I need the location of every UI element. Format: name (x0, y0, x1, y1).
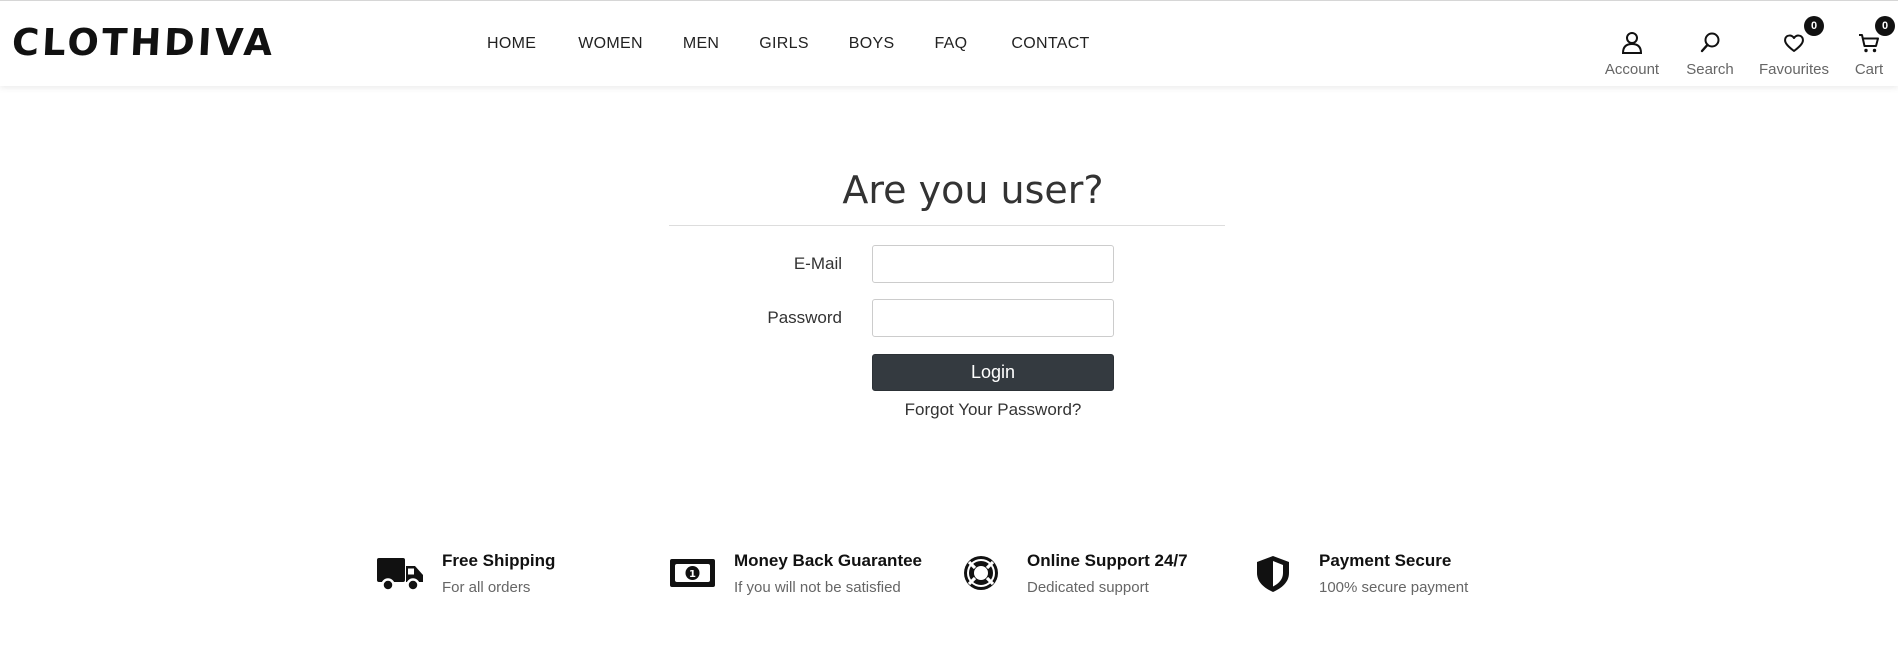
email-field[interactable] (872, 245, 1114, 283)
feature-title: Payment Secure (1319, 551, 1452, 570)
title-divider (669, 225, 1225, 226)
feature-title: Free Shipping (442, 551, 556, 570)
account-label: Account (1604, 61, 1660, 78)
shield-icon (1254, 554, 1294, 598)
feature-subtitle: If you will not be satisfied (734, 579, 901, 596)
user-icon (1600, 31, 1664, 55)
search-label: Search (1686, 61, 1734, 78)
feature-subtitle: Dedicated support (1027, 579, 1149, 596)
email-label: E-Mail (793, 254, 842, 273)
favourites-label: Favourites (1758, 61, 1830, 78)
nav-item-men[interactable]: MEN (683, 35, 719, 53)
password-field[interactable] (872, 299, 1114, 337)
search-icon (1684, 31, 1736, 55)
truck-icon (377, 554, 425, 598)
site-header: CLOTHDIVA HOME WOMEN MEN GIRLS BOYS FAQ … (0, 0, 1898, 86)
search-button[interactable]: Search (1684, 31, 1736, 78)
cart-count-badge: 0 (1875, 16, 1895, 36)
feature-title: Money Back Guarantee (734, 551, 923, 570)
nav-item-women[interactable]: WOMEN (578, 35, 643, 53)
nav-item-home[interactable]: HOME (487, 35, 536, 53)
feature-title: Online Support 24/7 (1027, 551, 1188, 570)
account-button[interactable]: Account (1600, 31, 1664, 78)
cart-label: Cart (1854, 61, 1884, 78)
cart-button[interactable]: Cart 0 (1852, 16, 1895, 78)
login-button[interactable]: Login (872, 354, 1114, 391)
money-icon: 1 (669, 554, 717, 598)
nav-item-boys[interactable]: BOYS (849, 35, 895, 53)
page-title: Are you user? (842, 168, 1104, 212)
nav-item-contact[interactable]: CONTACT (1011, 35, 1089, 53)
favourites-count-badge: 0 (1804, 16, 1824, 36)
nav-item-girls[interactable]: GIRLS (759, 35, 809, 53)
main-nav: HOME WOMEN MEN GIRLS BOYS FAQ CONTACT (487, 35, 1090, 53)
svg-text:1: 1 (689, 569, 696, 580)
feature-subtitle: For all orders (442, 579, 531, 596)
site-logo[interactable]: CLOTHDIVA (11, 21, 277, 64)
lifebuoy-icon (962, 554, 1002, 598)
favourites-button[interactable]: Favourites 0 (1757, 16, 1831, 78)
password-label: Password (767, 308, 842, 327)
forgot-password-link[interactable]: Forgot Your Password? (872, 400, 1114, 420)
nav-item-faq[interactable]: FAQ (934, 35, 967, 53)
feature-subtitle: 100% secure payment (1319, 579, 1469, 596)
heart-icon (1757, 31, 1831, 55)
